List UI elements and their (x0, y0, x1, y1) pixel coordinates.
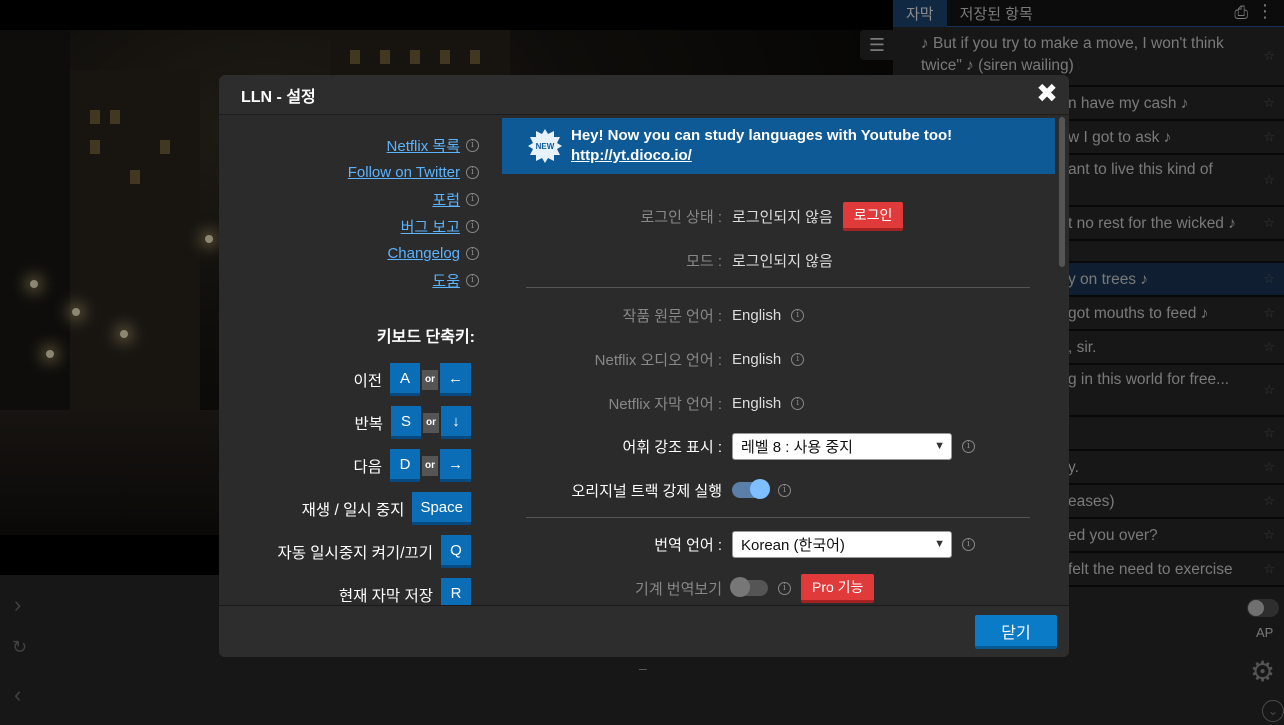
vocab-level-value: 레벨 8 : 사용 중지 (741, 438, 853, 456)
info-icon[interactable]: i (791, 396, 805, 410)
link-follow-twitter[interactable]: Follow on Twitter (348, 164, 460, 181)
key-left-arrow: ← (440, 363, 471, 396)
link-bug-report-row: 버그 보고 i (401, 216, 479, 236)
login-status-row: 로그인 상태 : 로그인되지 않음 로그인 (499, 201, 1055, 231)
shortcut-previous: 이전 A or ← (353, 363, 471, 396)
modal-body: Netflix 목록 i Follow on Twitter i 포럼 i 버그… (219, 115, 1069, 611)
vocab-level-select[interactable]: 레벨 8 : 사용 중지 ▼ (732, 432, 952, 460)
key-a: A (390, 363, 420, 396)
machine-translation-row: 기계 번역보기 i Pro 기능 (499, 573, 1055, 603)
link-changelog-row: Changelog i (387, 243, 479, 263)
original-language-label: 작품 원문 언어 : (622, 307, 722, 325)
key-s: S (391, 406, 421, 439)
key-down-arrow: ↓ (441, 406, 471, 439)
close-button[interactable]: 닫기 (975, 615, 1057, 649)
audio-language-label: Netflix 오디오 언어 : (594, 351, 722, 369)
machine-translation-label: 기계 번역보기 (635, 580, 722, 598)
info-icon[interactable]: i (466, 192, 479, 206)
original-language-value: English (732, 306, 782, 324)
new-badge-label: NEW (535, 141, 555, 151)
link-bug-report[interactable]: 버그 보고 (401, 216, 460, 237)
modal-title: LLN - 설정 (219, 75, 1069, 115)
machine-translation-toggle[interactable] (730, 577, 768, 597)
subtitle-language-value: English (732, 394, 782, 412)
chevron-down-icon: ▼ (934, 538, 945, 550)
original-language-row: 작품 원문 언어 : English i (499, 302, 1055, 328)
info-icon[interactable]: i (962, 439, 975, 453)
link-netflix-list[interactable]: Netflix 목록 (387, 135, 460, 156)
shortcut-next: 다음 D or → (353, 449, 471, 482)
audio-language-row: Netflix 오디오 언어 : English i (499, 346, 1055, 372)
divider (526, 517, 1030, 518)
link-forum[interactable]: 포럼 (432, 189, 460, 210)
shortcut-label: 자동 일시중지 켜기/끄기 (277, 544, 433, 562)
shortcut-label: 현재 자막 저장 (338, 587, 433, 605)
shortcut-auto-pause: 자동 일시중지 켜기/끄기 Q (277, 535, 471, 568)
divider (526, 287, 1030, 288)
link-help-row: 도움 i (432, 270, 479, 290)
link-forum-row: 포럼 i (432, 189, 479, 209)
shortcut-play-pause: 재생 / 일시 중지 Space (302, 492, 471, 525)
subtitle-language-label: Netflix 자막 언어 : (608, 395, 722, 413)
close-icon[interactable]: ✖ (1035, 80, 1059, 106)
pro-feature-button[interactable]: Pro 기능 (801, 573, 875, 603)
banner-message: Hey! Now you can study languages with Yo… (571, 127, 953, 144)
info-icon[interactable]: i (791, 352, 805, 366)
translation-language-row: 번역 언어 : Korean (한국어) ▼ i (499, 530, 1055, 558)
vocab-highlight-label: 어휘 강조 표시 : (622, 438, 722, 456)
mode-value: 로그인되지 않음 (732, 252, 833, 270)
login-status-value: 로그인되지 않음 (732, 208, 833, 226)
info-icon[interactable]: i (466, 273, 479, 287)
translation-language-select[interactable]: Korean (한국어) ▼ (732, 530, 952, 558)
mode-label: 모드 : (686, 252, 722, 270)
link-changelog[interactable]: Changelog (387, 245, 460, 262)
keyboard-shortcuts-title: 키보드 단축키: (376, 329, 475, 346)
info-icon[interactable]: i (466, 219, 479, 233)
banner-link[interactable]: http://yt.dioco.io/ (571, 146, 952, 166)
chevron-down-icon: ▼ (934, 440, 945, 452)
translation-language-label: 번역 언어 : (654, 536, 722, 554)
link-help[interactable]: 도움 (432, 270, 460, 291)
info-icon[interactable]: i (778, 483, 791, 497)
settings-modal: LLN - 설정 ✖ Netflix 목록 i Follow on Twitte… (219, 75, 1069, 657)
or-label: or (422, 369, 438, 390)
key-right-arrow: → (440, 449, 471, 482)
login-status-label: 로그인 상태 : (640, 208, 722, 226)
mode-row: 모드 : 로그인되지 않음 (499, 247, 1055, 273)
modal-right-column: NEW Hey! Now you can study languages wit… (499, 115, 1069, 605)
original-track-row: 오리지널 트랙 강제 실행 i (499, 477, 1055, 503)
modal-left-column: Netflix 목록 i Follow on Twitter i 포럼 i 버그… (219, 115, 499, 611)
modal-footer: 닫기 (219, 605, 1069, 657)
key-d: D (390, 449, 420, 482)
banner-text: Hey! Now you can study languages with Yo… (571, 126, 952, 166)
shortcut-label: 반복 (354, 415, 383, 433)
shortcut-label: 재생 / 일시 중지 (301, 501, 405, 519)
key-q: Q (441, 535, 471, 568)
audio-language-value: English (732, 350, 782, 368)
key-space: Space (412, 492, 471, 525)
subtitle-language-row: Netflix 자막 언어 : English i (499, 390, 1055, 416)
original-track-label: 오리지널 트랙 강제 실행 (571, 482, 722, 500)
link-netflix-list-row: Netflix 목록 i (387, 135, 479, 155)
info-icon[interactable]: i (778, 581, 791, 595)
info-icon[interactable]: i (466, 246, 479, 260)
info-icon[interactable]: i (466, 138, 479, 152)
translation-language-value: Korean (한국어) (741, 536, 845, 554)
modal-scrollbar[interactable] (1059, 117, 1065, 267)
login-button[interactable]: 로그인 (842, 201, 904, 231)
or-label: or (423, 412, 439, 433)
vocab-highlight-row: 어휘 강조 표시 : 레벨 8 : 사용 중지 ▼ i (499, 432, 1055, 460)
shortcut-repeat: 반복 S or ↓ (354, 406, 471, 439)
shortcut-label: 이전 (353, 372, 382, 390)
info-icon[interactable]: i (791, 308, 805, 322)
or-label: or (422, 455, 438, 476)
shortcut-label: 다음 (353, 458, 382, 476)
original-track-toggle[interactable] (732, 479, 770, 499)
link-twitter-row: Follow on Twitter i (348, 162, 479, 182)
new-badge: NEW (527, 128, 563, 164)
youtube-banner: NEW Hey! Now you can study languages wit… (502, 118, 1055, 174)
info-icon[interactable]: i (466, 165, 479, 179)
info-icon[interactable]: i (962, 537, 975, 551)
